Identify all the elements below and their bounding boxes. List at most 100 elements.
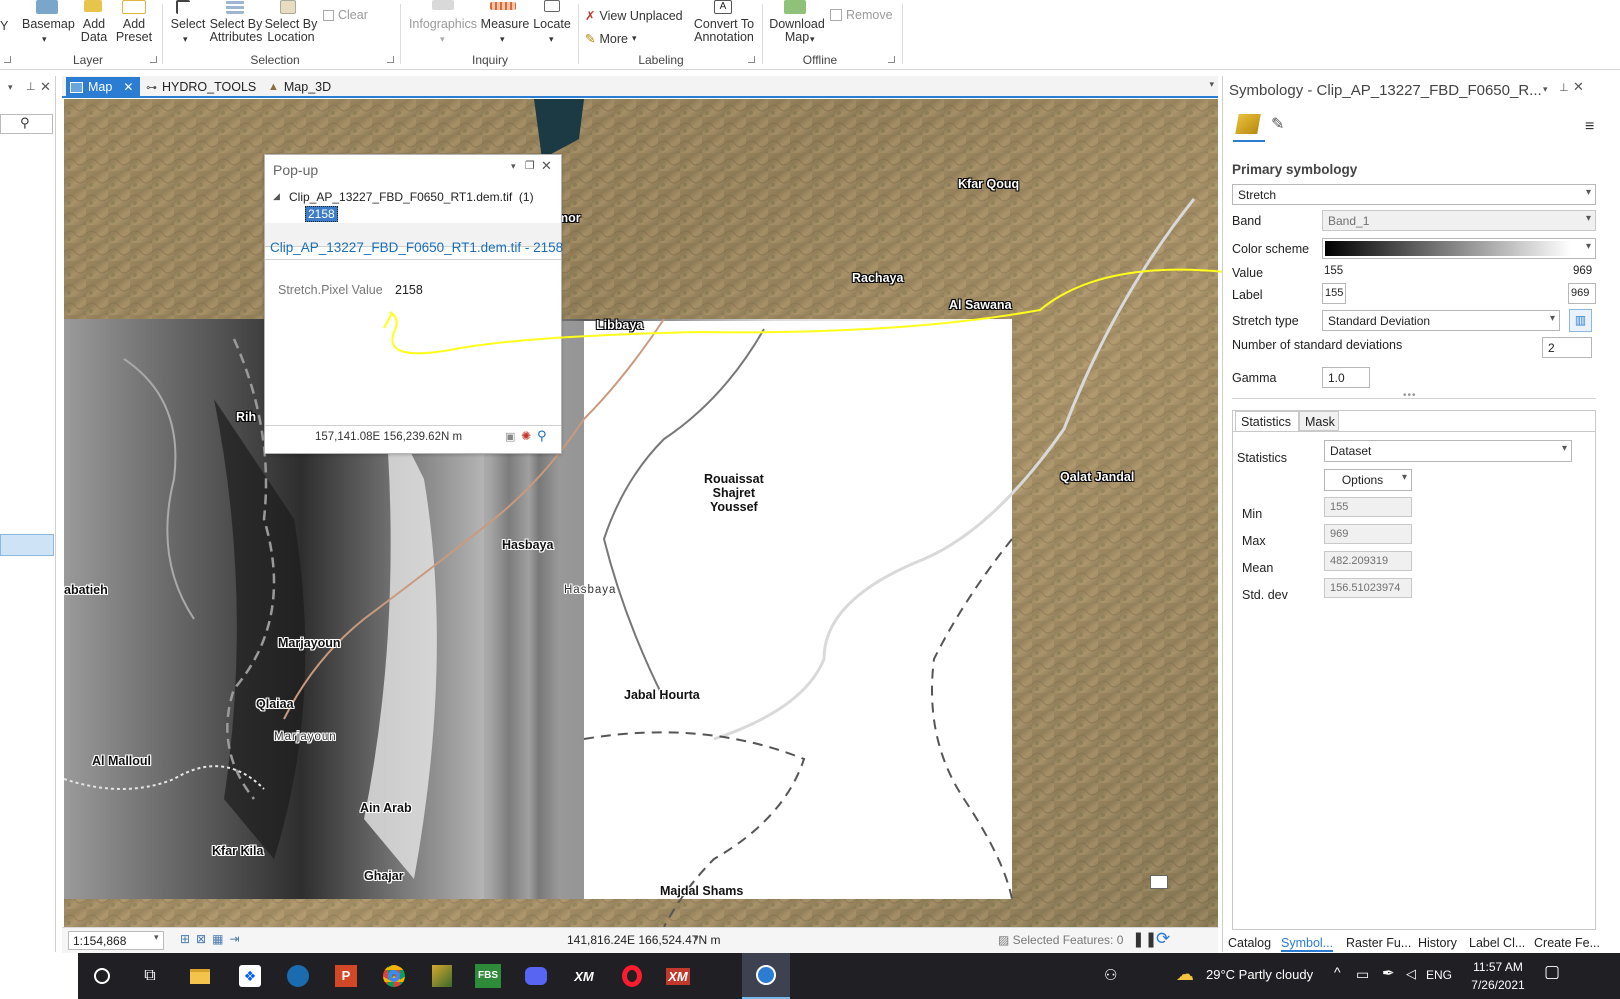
xm-app-2-button[interactable]: XM [656,953,700,999]
map-tools-icons[interactable]: ⊞⊠▦⇥ [180,932,246,946]
steam-button[interactable] [276,953,320,999]
locate-button[interactable]: Locate [530,18,574,31]
popup-tree-item[interactable]: Clip_AP_13227_FBD_F0650_RT1.dem.tif (1) [289,190,534,204]
clock-time[interactable]: 11:57 AM [1468,960,1528,974]
value-min[interactable]: 155 [1324,265,1343,277]
tab-map[interactable]: Map ✕ [66,77,140,97]
tab-create-features[interactable]: Create Fe... [1534,936,1600,950]
group-divider [578,4,579,64]
group-launcher[interactable] [888,56,895,63]
xm-app-button[interactable]: XM [562,953,606,999]
file-explorer-button[interactable] [178,953,222,999]
primary-symbology-icon[interactable] [1235,114,1261,134]
add-preset-button[interactable]: Add Preset [112,18,156,44]
tab-map-3d[interactable]: ▲ Map_3D [264,77,335,97]
chevron-down-icon[interactable]: ▾ [1543,84,1548,95]
view-unplaced-button[interactable]: ✗ View Unplaced [585,8,683,24]
chrome-button[interactable] [372,953,416,999]
pause-icon[interactable]: ❚❚ [1132,930,1157,948]
num-std-dev-input[interactable]: 2 [1542,337,1592,358]
chevron-down-icon[interactable]: ▾ [1209,79,1214,90]
label-min-input[interactable]: 155 [1322,283,1346,304]
menu-icon[interactable]: ≡ [1585,118,1594,136]
discord-button[interactable] [514,953,558,999]
close-icon[interactable]: ✕ [541,158,552,174]
close-icon[interactable]: ✕ [123,80,133,94]
infographics-button[interactable]: Infographics [408,18,478,31]
chevron-down-icon[interactable]: ▾ [8,82,13,93]
vary-symbology-icon[interactable]: ✎ [1271,114,1284,134]
opera-button[interactable] [610,953,654,999]
map-view[interactable]: Kfar Qouq Rachaya Al Sawana Libbaya amor… [64,99,1218,927]
renderer-dropdown[interactable]: Stretch [1232,184,1596,205]
fbs-app-button[interactable]: FBS [466,953,510,999]
tab-label-classes[interactable]: Label Cl... [1469,936,1525,950]
tab-symbology[interactable]: Symbol... [1281,936,1334,952]
value-max[interactable]: 969 [1573,265,1592,277]
map-overview-icon[interactable] [1150,875,1168,889]
pen-icon[interactable]: ✒ [1382,964,1395,982]
measure-button[interactable]: Measure [480,18,530,31]
tab-history[interactable]: History [1418,936,1457,950]
histogram-icon[interactable]: ▥ [1569,309,1592,332]
chevron-down-icon[interactable]: ▾ [694,933,699,944]
group-launcher[interactable] [748,56,755,63]
options-button[interactable]: Options [1324,469,1412,491]
chevron-up-icon[interactable]: ^ [1334,964,1341,980]
popup-tree-value[interactable]: 2158 [305,206,338,222]
tab-raster-functions[interactable]: Raster Fu... [1346,936,1411,950]
refresh-icon[interactable]: ⟳ [1156,929,1170,949]
weather-icon[interactable]: ☁ [1176,964,1194,985]
search-icon[interactable]: ⚲ [537,428,547,444]
select-by-attributes-button[interactable]: Select By Attributes [208,18,264,44]
network-icon[interactable]: ▭ [1356,966,1369,983]
notifications-icon[interactable]: ▢ [1544,962,1560,982]
powerpoint-button[interactable]: P [324,953,368,999]
group-launcher[interactable] [4,56,11,63]
color-scheme-dropdown[interactable] [1322,238,1596,259]
group-launcher[interactable] [387,56,394,63]
clock-date[interactable]: 7/26/2021 [1468,978,1528,992]
task-view-button[interactable]: ⧉ [128,953,172,999]
tab-hydro-tools[interactable]: ⊶ HYDRO_TOOLS [142,77,260,97]
chevron-down-icon[interactable]: ▾ [511,161,516,172]
more-button[interactable]: ✎ More ▾ [585,31,637,47]
statistics-dropdown[interactable]: Dataset [1324,440,1572,462]
gamma-input[interactable]: 1.0 [1322,367,1370,388]
tab-statistics[interactable]: Statistics [1235,411,1299,431]
select-by-location-button[interactable]: Select By Location [264,18,318,44]
band-dropdown[interactable]: Band_1 [1322,210,1596,231]
people-icon[interactable]: ⚇ [1104,966,1117,984]
active-app-button[interactable] [742,953,790,999]
label-max-input[interactable]: 969 [1568,283,1596,304]
group-launcher[interactable] [150,56,157,63]
zoom-to-icon[interactable]: ▣ [505,430,515,443]
pin-icon[interactable]: ⊥ [26,80,36,93]
close-icon[interactable]: ✕ [40,79,51,95]
basemap-button[interactable]: Basemap [22,18,75,31]
remove-button[interactable]: Remove [830,8,893,22]
tab-mask[interactable]: Mask [1299,411,1339,431]
selected-layer-row[interactable] [0,534,54,556]
convert-to-annotation-button[interactable]: Convert To Annotation [690,18,758,44]
search-icon[interactable]: ⚲ [20,115,30,131]
scale-selector[interactable]: 1:154,868 [68,931,164,950]
select-button[interactable]: Select [168,18,208,31]
start-button[interactable] [80,953,124,999]
add-data-button[interactable]: Add Data [74,18,114,44]
close-icon[interactable]: ✕ [1573,79,1584,95]
stretch-type-dropdown[interactable]: Standard Deviation [1322,310,1560,331]
splitter-grip-icon[interactable]: ••• [1403,390,1417,401]
pin-icon[interactable]: ⊥ [1559,81,1569,94]
flash-icon[interactable]: ✺ [521,429,531,443]
maximize-icon[interactable]: ❐ [525,159,535,172]
arcgis-pro-button[interactable] [420,953,464,999]
dropbox-button[interactable]: ❖ [228,953,272,999]
language-indicator[interactable]: ENG [1426,968,1452,982]
weather-text[interactable]: 29°C Partly cloudy [1206,967,1313,982]
clear-button[interactable]: Clear [323,8,368,22]
collapse-icon[interactable]: ◢ [273,191,280,202]
download-map-button[interactable]: Download Map [768,18,826,44]
tab-catalog[interactable]: Catalog [1228,936,1271,950]
volume-icon[interactable]: ◁ [1406,966,1416,982]
